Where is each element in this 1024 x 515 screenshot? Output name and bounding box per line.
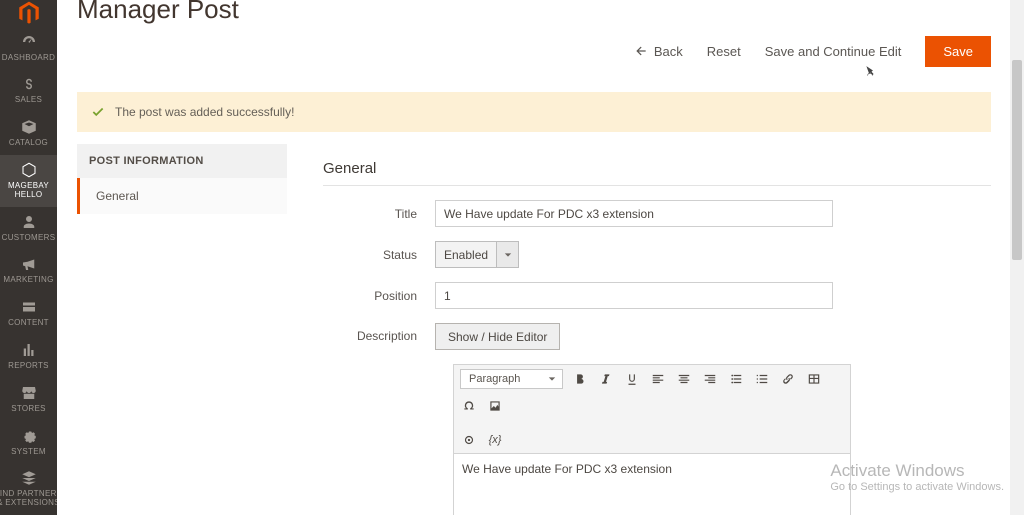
gauge-icon [20,33,38,51]
save-continue-button[interactable]: Save and Continue Edit [765,44,902,59]
field-title: Title [323,200,991,227]
store-icon [20,384,38,402]
partners-icon [20,469,38,487]
nav-label: FIND PARTNERS & EXTENSIONS [0,490,62,508]
nav-label: CONTENT [8,319,49,328]
magento-logo[interactable] [0,0,57,27]
italic-button[interactable] [597,370,615,388]
arrow-left-icon [634,44,648,58]
nav-content[interactable]: CONTENT [0,292,57,335]
action-bar: Back Reset Save and Continue Edit Save [77,36,991,66]
nav-system[interactable]: SYSTEM [0,421,57,464]
widget-button[interactable] [460,431,478,449]
label-status: Status [323,248,435,262]
back-label: Back [654,44,683,59]
chevron-down-icon[interactable] [497,241,519,268]
save-label: Save [943,44,973,59]
nav-find-partners[interactable]: FIND PARTNERS & EXTENSIONS [0,463,57,515]
save-button[interactable]: Save [925,36,991,67]
dollar-icon [20,75,38,93]
bars-icon [20,341,38,359]
nav-label: MAGEBAY HELLO [8,182,49,200]
nav-label: CUSTOMERS [2,234,56,243]
page-title: Manager Post [77,0,239,25]
megaphone-icon [20,255,38,273]
field-status: Status Enabled [323,241,991,268]
label-position: Position [323,289,435,303]
title-input[interactable] [435,200,833,227]
nav-label: STORES [11,405,46,414]
nav-customers[interactable]: CUSTOMERS [0,207,57,250]
label-title: Title [323,207,435,221]
special-char-button[interactable] [460,397,478,415]
bold-button[interactable] [571,370,589,388]
status-select[interactable]: Enabled [435,241,519,268]
nav-catalog[interactable]: CATALOG [0,112,57,155]
section-title: General [323,160,991,177]
nav-marketing[interactable]: MARKETING [0,249,57,292]
paragraph-dropdown[interactable]: Paragraph [460,369,563,389]
nav-label: REPORTS [8,362,49,371]
success-message: The post was added successfully! [77,92,991,132]
success-text: The post was added successfully! [115,105,294,119]
table-button[interactable] [805,370,823,388]
underline-button[interactable] [623,370,641,388]
watermark-subtitle: Go to Settings to activate Windows. [830,481,1004,493]
nav-reports[interactable]: REPORTS [0,335,57,378]
chevron-down-icon [548,375,556,383]
label-description: Description [323,323,435,343]
image-button[interactable] [486,397,504,415]
link-button[interactable] [779,370,797,388]
status-value: Enabled [435,241,497,268]
field-description: Description Show / Hide Editor [323,323,991,350]
editor-toolbar: Paragraph {x} [453,364,851,454]
watermark-title: Activate Windows [830,461,1004,481]
nav-sales[interactable]: SALES [0,69,57,112]
box-icon [20,118,38,136]
admin-nav: DASHBOARD SALES CATALOG MAGEBAY HELLO CU… [0,0,57,515]
gear-icon [20,427,38,445]
layers-icon [20,298,38,316]
side-panel: POST INFORMATION General [77,144,287,214]
back-button[interactable]: Back [634,44,683,59]
windows-activation-watermark: Activate Windows Go to Settings to activ… [830,461,1004,493]
field-position: Position [323,282,991,309]
scrollbar-thumb[interactable] [1012,60,1022,260]
nav-label: MARKETING [3,276,53,285]
nav-stores[interactable]: STORES [0,378,57,421]
position-input[interactable] [435,282,833,309]
nav-dashboard[interactable]: DASHBOARD [0,27,57,70]
reset-label: Reset [707,44,741,59]
editor-content[interactable]: We Have update For PDC x3 extension [453,454,851,515]
save-continue-label: Save and Continue Edit [765,44,902,59]
check-icon [91,105,105,119]
reset-button[interactable]: Reset [707,44,741,59]
numbered-list-button[interactable] [753,370,771,388]
person-icon [20,213,38,231]
section-divider [323,185,991,186]
magento-icon [16,0,42,26]
nav-magebay-hello[interactable]: MAGEBAY HELLO [0,155,57,207]
nav-label: DASHBOARD [2,54,55,63]
main-area: Manager Post Back Reset Save and Continu… [57,0,1024,515]
paragraph-label: Paragraph [469,373,520,385]
align-center-button[interactable] [675,370,693,388]
align-right-button[interactable] [701,370,719,388]
toggle-editor-button[interactable]: Show / Hide Editor [435,323,560,350]
nav-label: CATALOG [9,139,48,148]
tab-general[interactable]: General [77,178,287,214]
wysiwyg-editor: Paragraph {x} We Have update For [453,364,851,515]
hex-icon [20,161,38,179]
nav-label: SYSTEM [11,448,46,457]
align-left-button[interactable] [649,370,667,388]
panel-header: POST INFORMATION [77,144,287,178]
scrollbar-track[interactable] [1010,0,1024,515]
variable-button[interactable]: {x} [486,431,504,449]
bullet-list-button[interactable] [727,370,745,388]
nav-label: SALES [15,96,42,105]
